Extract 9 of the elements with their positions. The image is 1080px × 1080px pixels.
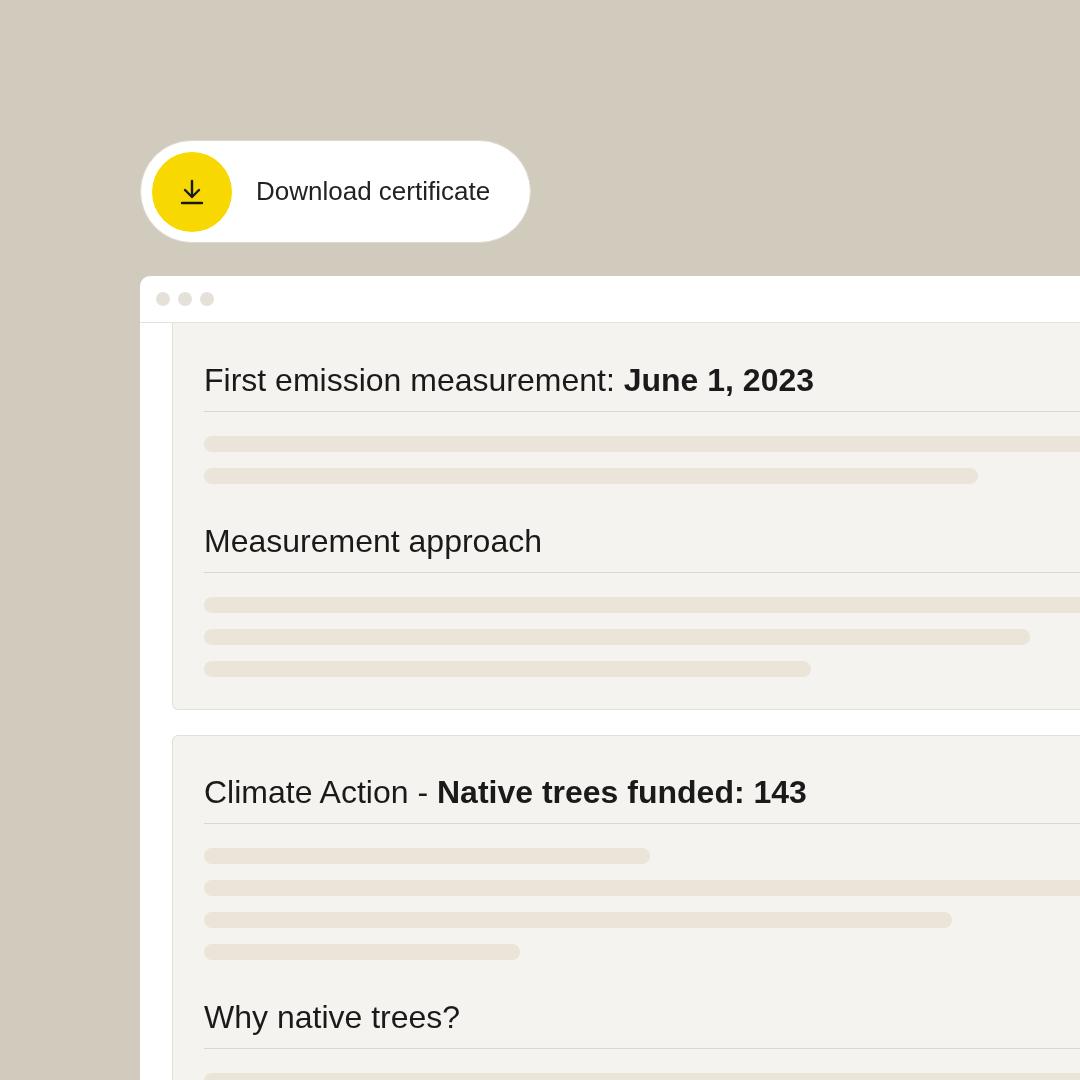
window-dot — [178, 292, 192, 306]
section-heading: Climate Action - Native trees funded: 143 — [204, 772, 1080, 824]
section-heading: Measurement approach — [204, 521, 1080, 573]
download-icon — [152, 151, 232, 232]
section-heading: Why native trees? — [204, 997, 1080, 1049]
download-button[interactable]: Download certificate — [140, 140, 532, 243]
window-dot — [156, 292, 170, 306]
window-dot — [200, 292, 214, 306]
section-heading: First emission measurement: June 1, 2023 — [204, 360, 1080, 412]
